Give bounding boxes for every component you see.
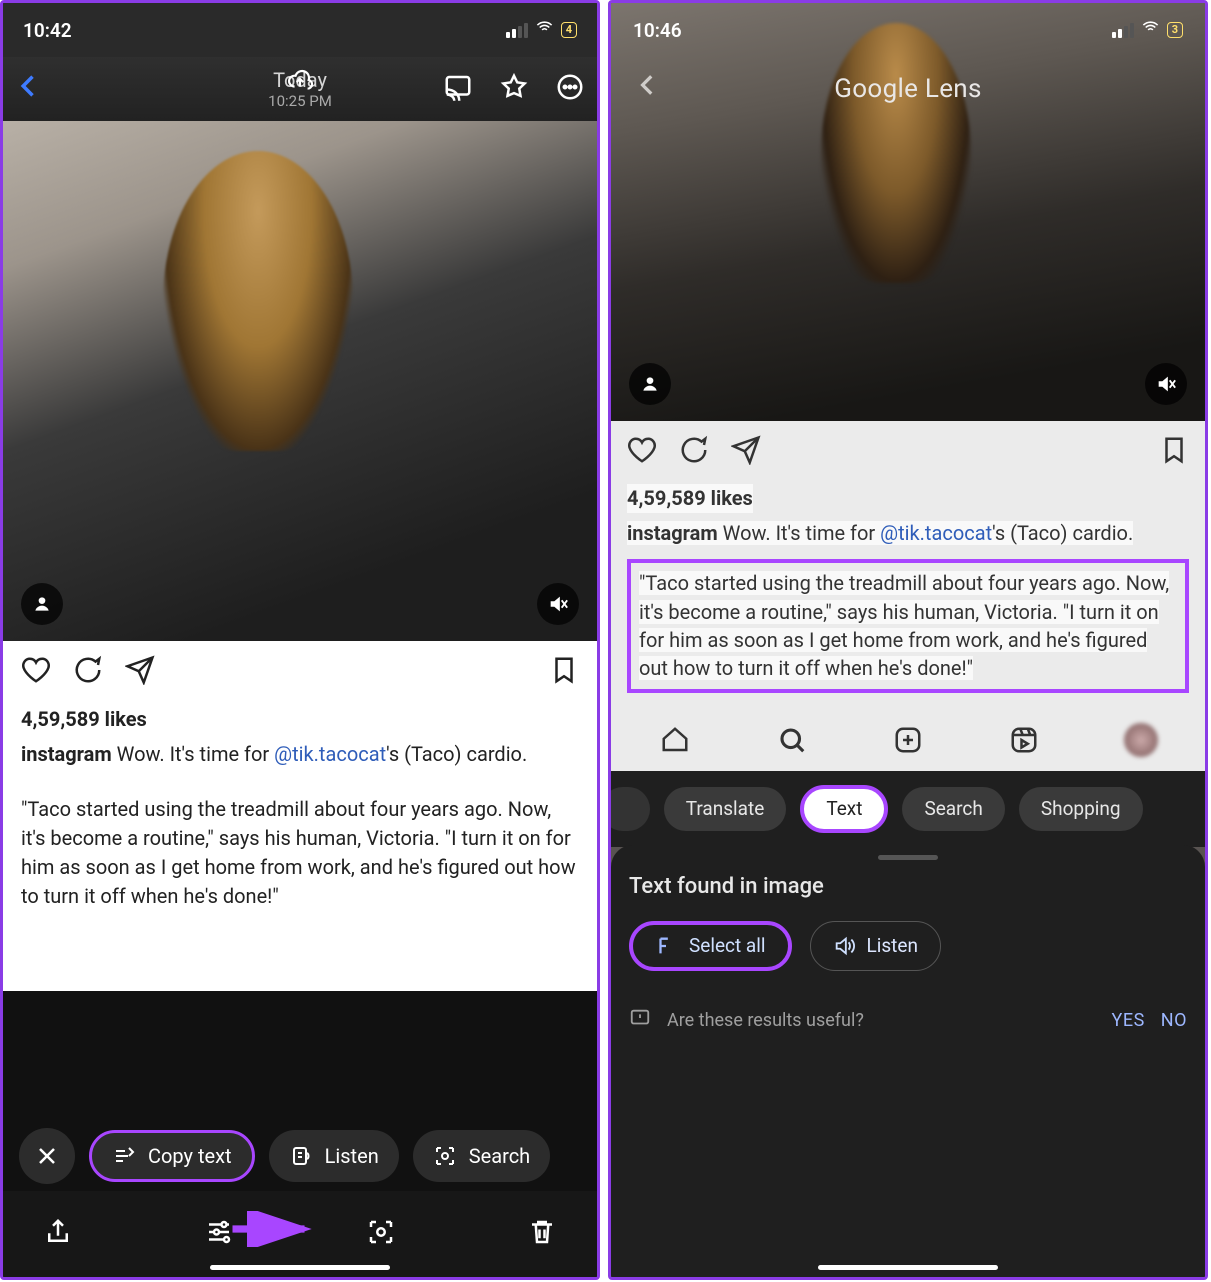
lens-title: Google Lens (661, 74, 1155, 104)
instagram-nav-bar (611, 711, 1205, 771)
account-icon[interactable] (629, 363, 671, 405)
post-username[interactable]: instagram (627, 521, 718, 545)
mute-icon[interactable] (1145, 363, 1187, 405)
photo-preview[interactable]: 10:46 3 Google Lens (611, 3, 1205, 421)
select-all-button[interactable]: Select all (629, 921, 792, 971)
cellular-icon (506, 23, 528, 38)
home-tab-icon[interactable] (656, 721, 694, 759)
status-bar: 10:46 3 (611, 3, 1205, 57)
lens-mode-chips: Translate Text Search Shopping (611, 771, 1205, 847)
post-quote: "Taco started using the treadmill about … (639, 571, 1169, 680)
wifi-icon (1141, 18, 1160, 42)
back-button[interactable] (15, 69, 43, 109)
share-icon[interactable] (43, 1217, 73, 1251)
chip-search[interactable]: Search (902, 787, 1004, 831)
selected-text-highlight[interactable]: "Taco started using the treadmill about … (627, 559, 1189, 693)
status-bar: 10:42 4 (3, 3, 597, 57)
copy-text-label: Copy text (148, 1144, 232, 1168)
lens-icon[interactable] (366, 1217, 396, 1251)
left-screenshot: 10:42 4 Today 10:25 PM (0, 0, 600, 1280)
lens-action-row: Copy text Listen Search (3, 1121, 597, 1191)
bookmark-icon[interactable] (1159, 435, 1189, 472)
post-caption: instagram Wow. It's time for @tik.tacoca… (21, 740, 579, 911)
profile-tab-avatar[interactable] (1122, 721, 1160, 759)
listen-button[interactable]: Listen (269, 1130, 399, 1182)
likes-count[interactable]: 4,59,589 likes (627, 484, 753, 512)
battery-indicator: 3 (1167, 22, 1183, 38)
battery-indicator: 4 (561, 22, 577, 38)
favorite-star-icon[interactable] (499, 72, 529, 106)
cloud-upload-icon (287, 67, 313, 97)
share-send-icon[interactable] (731, 435, 761, 472)
search-tab-icon[interactable] (773, 721, 811, 759)
feedback-no-button[interactable]: NO (1161, 1010, 1187, 1031)
text-results-sheet[interactable]: Text found in image Select all Listen Ar… (611, 845, 1205, 1277)
share-send-icon[interactable] (125, 655, 155, 693)
back-button[interactable] (635, 71, 661, 106)
delete-trash-icon[interactable] (527, 1217, 557, 1251)
mute-icon[interactable] (537, 583, 579, 625)
photo-preview[interactable] (3, 121, 597, 641)
status-time: 10:42 (23, 19, 72, 42)
feedback-flag-icon[interactable] (629, 1007, 651, 1034)
listen-button[interactable]: Listen (810, 921, 941, 971)
comment-icon[interactable] (679, 435, 709, 472)
chip-shopping[interactable]: Shopping (1019, 787, 1143, 831)
home-indicator[interactable] (818, 1265, 998, 1270)
cast-icon[interactable] (443, 72, 473, 106)
home-indicator[interactable] (210, 1265, 390, 1270)
likes-count[interactable]: 4,59,589 likes (21, 705, 579, 734)
like-heart-icon[interactable] (627, 435, 657, 472)
mention-link[interactable]: @tik.tacocat (880, 521, 992, 545)
feedback-question: Are these results useful? (667, 1010, 864, 1031)
listen-label: Listen (325, 1144, 379, 1168)
account-icon[interactable] (21, 583, 63, 625)
copy-text-button[interactable]: Copy text (89, 1130, 255, 1182)
select-all-label: Select all (689, 934, 766, 957)
right-screenshot: 10:46 3 Google Lens (608, 0, 1208, 1280)
wifi-icon (535, 18, 554, 42)
mention-link[interactable]: @tik.tacocat (274, 742, 386, 766)
bookmark-icon[interactable] (549, 655, 579, 693)
more-menu-icon[interactable] (555, 72, 585, 106)
status-icons: 3 (1112, 18, 1183, 42)
status-icons: 4 (506, 18, 577, 42)
search-button[interactable]: Search (413, 1130, 550, 1182)
feedback-row: Are these results useful? YES NO (629, 1007, 1187, 1034)
post-username[interactable]: instagram (21, 742, 112, 766)
instagram-post-section: 4,59,589 likes instagram Wow. It's time … (611, 421, 1205, 711)
search-label: Search (469, 1144, 530, 1168)
like-heart-icon[interactable] (21, 655, 51, 693)
chip-text[interactable]: Text (800, 785, 888, 833)
feedback-yes-button[interactable]: YES (1112, 1010, 1145, 1031)
tune-edit-icon[interactable] (204, 1217, 234, 1251)
listen-label: Listen (867, 934, 918, 957)
instagram-post-section: 4,59,589 likes instagram Wow. It's time … (3, 641, 597, 991)
status-time: 10:46 (633, 19, 682, 42)
chip-translate[interactable]: Translate (664, 787, 787, 831)
reels-tab-icon[interactable] (1005, 721, 1043, 759)
lens-header: Google Lens (611, 71, 1205, 106)
sheet-heading: Text found in image (629, 874, 1187, 899)
create-tab-icon[interactable] (889, 721, 927, 759)
post-caption: instagram Wow. It's time for @tik.tacoca… (627, 519, 1189, 547)
comment-icon[interactable] (73, 655, 103, 693)
photos-topbar: Today 10:25 PM (3, 57, 597, 121)
close-lens-button[interactable] (19, 1128, 75, 1184)
sheet-grabber[interactable] (878, 855, 938, 860)
dim-chip[interactable] (611, 787, 650, 831)
post-quote: "Taco started using the treadmill about … (21, 795, 579, 911)
cellular-icon (1112, 23, 1134, 38)
